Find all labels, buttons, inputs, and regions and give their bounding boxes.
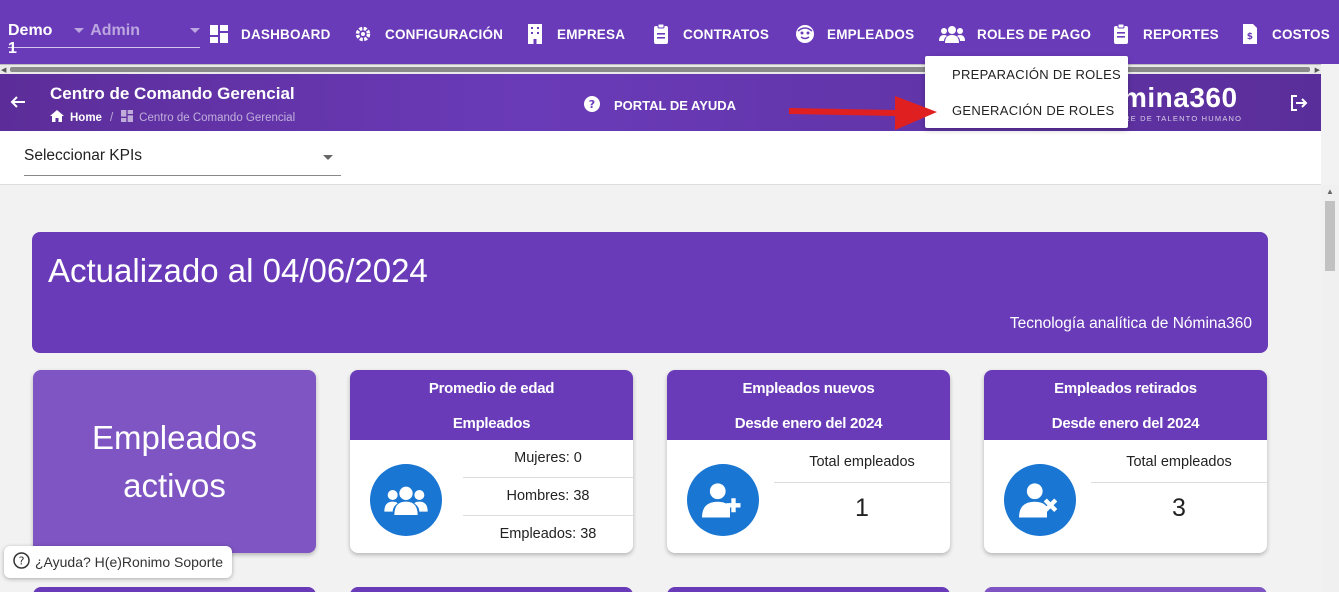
nav-label: REPORTES	[1143, 26, 1219, 42]
nav-costos[interactable]: $ COSTOS	[1240, 22, 1330, 46]
card-active-line1: Empleados	[91, 418, 258, 456]
gear-icon	[353, 24, 373, 44]
users-icon	[370, 464, 442, 536]
kpi-select-label: Seleccionar KPIs	[24, 147, 143, 164]
nav-label: EMPRESA	[557, 26, 626, 42]
card-new-employees[interactable]: Empleados nuevos Desde enero del 2024 To…	[667, 370, 950, 553]
menu-item-generacion-roles[interactable]: GENERACIÓN DE ROLES	[952, 103, 1114, 118]
role-name[interactable]: Admin	[90, 22, 140, 40]
nav-reportes[interactable]: REPORTES	[1111, 22, 1219, 46]
total-employees-value: 3	[1172, 494, 1186, 522]
brand-tagline: RE DE TALENTO HUMANO	[1124, 114, 1243, 123]
breadcrumb-current: Centro de Comando Gerencial	[139, 111, 296, 124]
card-subtitle: Desde enero del 2024	[734, 415, 883, 432]
dashboard-icon	[209, 24, 229, 44]
company-name[interactable]: Demo 1	[8, 22, 56, 58]
card-active-line2: activos	[123, 466, 226, 504]
scroll-up-icon[interactable]: ▲	[1326, 187, 1334, 196]
chevron-down-icon[interactable]	[190, 28, 200, 33]
kpi-select[interactable]: Seleccionar KPIs	[24, 147, 341, 176]
nav-contratos[interactable]: CONTRATOS	[651, 22, 769, 46]
support-help-label: ¿Ayuda? H(e)Ronimo Soporte	[35, 554, 224, 570]
svg-text:?: ?	[589, 98, 595, 111]
update-banner: Actualizado al 04/06/2024 Tecnología ana…	[32, 232, 1268, 353]
svg-text:$: $	[1247, 32, 1253, 42]
stat-total: Empleados: 38	[499, 526, 597, 542]
invoice-icon: $	[1240, 24, 1260, 44]
red-arrow-annotation	[789, 96, 937, 130]
face-icon	[795, 24, 815, 44]
help-circle-icon: ?	[584, 96, 600, 115]
breadcrumb-home[interactable]: Home	[70, 112, 102, 124]
page-title: Centro de Comando Gerencial	[50, 84, 295, 103]
brand-logo: mina360	[1122, 82, 1238, 113]
roles-de-pago-menu: PREPARACIÓN DE ROLES GENERACIÓN DE ROLES	[925, 56, 1128, 128]
divider	[463, 477, 633, 478]
logout-icon[interactable]	[1290, 94, 1308, 117]
nav-label: DASHBOARD	[241, 26, 331, 42]
clipboard-icon	[651, 24, 671, 44]
nav-empresa[interactable]: EMPRESA	[525, 22, 625, 46]
stat-women: Mujeres: 0	[514, 450, 582, 466]
nav-label: CONFIGURACIÓN	[385, 26, 504, 42]
card-title: Empleados nuevos	[742, 380, 875, 397]
nav-label: EMPLEADOS	[827, 26, 915, 42]
svg-text:?: ?	[19, 555, 25, 568]
stat-men: Hombres: 38	[506, 488, 590, 504]
total-employees-value: 1	[855, 494, 869, 522]
scroll-left-icon[interactable]: ◀	[1, 66, 6, 74]
help-portal-link[interactable]: ? PORTAL DE AYUDA	[584, 96, 736, 115]
scroll-thumb[interactable]	[1325, 201, 1335, 271]
nav-empleados[interactable]: EMPLEADOS	[795, 22, 914, 46]
nav-label: ROLES DE PAGO	[977, 26, 1092, 42]
total-employees-label: Total empleados	[809, 454, 915, 470]
breadcrumb-separator: /	[109, 111, 114, 124]
nav-configuracion[interactable]: CONFIGURACIÓN	[353, 22, 503, 46]
divider	[1091, 482, 1267, 483]
dashboard-icon	[121, 110, 134, 125]
card-title: Empleados retirados	[1054, 380, 1197, 397]
nav-label: CONTRATOS	[683, 26, 770, 42]
card-average-age[interactable]: Promedio de edad Empleados Mujeres: 0 Ho…	[350, 370, 633, 553]
help-circle-icon: ?	[13, 552, 30, 572]
help-portal-label: PORTAL DE AYUDA	[614, 98, 737, 113]
card-subtitle: Desde enero del 2024	[1051, 415, 1200, 432]
card-retired-employees[interactable]: Empleados retirados Desde enero del 2024…	[984, 370, 1267, 553]
nav-roles-de-pago[interactable]: ROLES DE PAGO	[939, 22, 1091, 46]
card-partial	[984, 587, 1267, 592]
user-plus-icon	[687, 464, 759, 536]
kpi-bar: Seleccionar KPIs	[0, 131, 1321, 185]
total-employees-label: Total empleados	[1126, 454, 1232, 470]
nav-label: COSTOS	[1272, 26, 1330, 42]
card-active-employees[interactable]: Empleados activos	[33, 370, 316, 553]
user-remove-icon	[1004, 464, 1076, 536]
users-icon	[939, 24, 965, 44]
card-partial	[667, 587, 950, 592]
top-navbar: Demo 1 Admin DASHBOARD CONFIGURACIÓN EMP…	[0, 0, 1339, 64]
building-icon	[525, 24, 545, 44]
card-partial	[350, 587, 633, 592]
back-arrow-icon[interactable]	[10, 94, 26, 115]
card-subtitle: Empleados	[452, 415, 531, 432]
banner-title: Actualizado al 04/06/2024	[48, 252, 428, 289]
card-title: Promedio de edad	[428, 380, 555, 397]
card-partial	[33, 587, 316, 592]
nav-dashboard[interactable]: DASHBOARD	[209, 22, 331, 46]
chevron-down-icon[interactable]	[74, 28, 85, 33]
breadcrumb: Home / Centro de Comando Gerencial	[50, 110, 295, 125]
menu-item-preparacion-roles[interactable]: PREPARACIÓN DE ROLES	[952, 67, 1121, 82]
divider	[774, 482, 950, 483]
divider	[463, 515, 633, 516]
chevron-down-icon[interactable]	[323, 155, 333, 160]
company-role-selector[interactable]: Demo 1 Admin	[8, 14, 200, 57]
scroll-right-icon[interactable]: ▶	[1315, 66, 1320, 74]
clipboard-list-icon	[1111, 24, 1131, 44]
banner-subtitle: Tecnología analítica de Nómina360	[1009, 315, 1252, 332]
support-help-chip[interactable]: ? ¿Ayuda? H(e)Ronimo Soporte	[4, 546, 232, 578]
vertical-scrollbar[interactable]: ▲	[1321, 185, 1339, 592]
home-icon[interactable]	[50, 110, 64, 125]
